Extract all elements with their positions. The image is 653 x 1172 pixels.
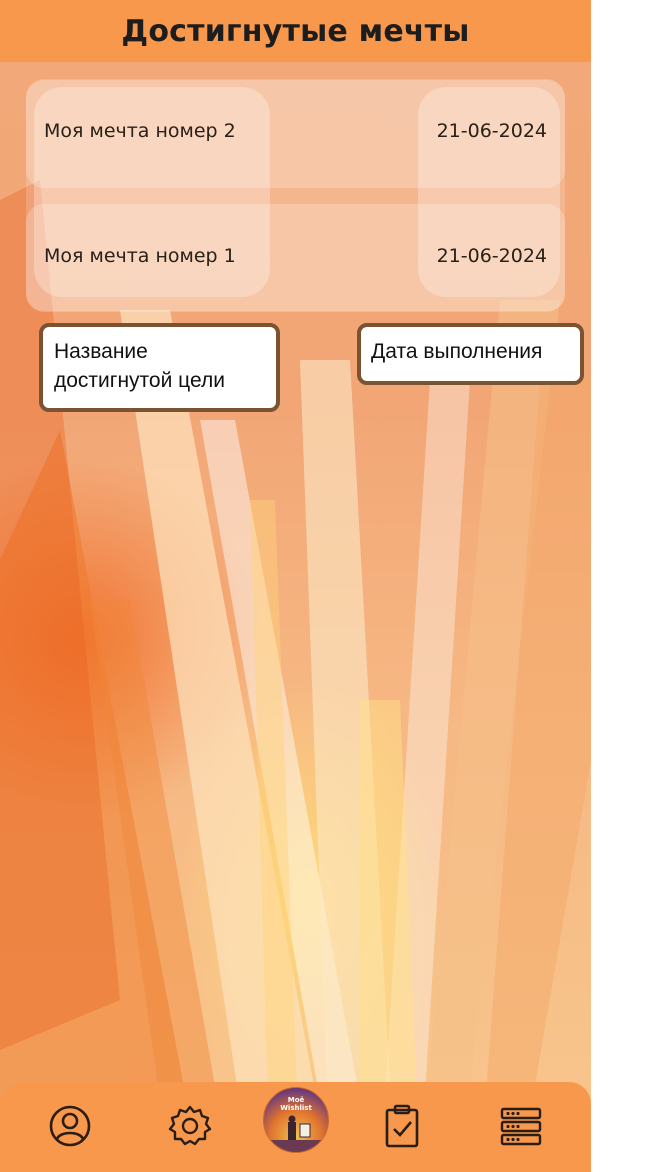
app-logo: Моё Wishlist bbox=[263, 1087, 329, 1153]
server-list-icon bbox=[500, 1107, 542, 1146]
profile-button[interactable] bbox=[40, 1096, 100, 1156]
dream-date: 21-06-2024 bbox=[436, 245, 547, 267]
app-screen: Достигнутые мечты Моя мечта номер 2 21-0… bbox=[0, 0, 591, 1172]
gear-icon bbox=[168, 1105, 212, 1146]
bottom-navigation: Моё Wishlist bbox=[0, 1082, 591, 1172]
page-title: Достигнутые мечты bbox=[121, 13, 470, 49]
dream-name: Моя мечта номер 2 bbox=[44, 120, 236, 142]
list-button[interactable] bbox=[491, 1096, 551, 1156]
annotation-dream-name: Название достигнутой цели bbox=[39, 323, 280, 412]
clipboard-check-icon bbox=[385, 1104, 419, 1148]
app-header: Достигнутые мечты bbox=[0, 0, 591, 62]
tasks-button[interactable] bbox=[372, 1096, 432, 1156]
dream-name: Моя мечта номер 1 bbox=[44, 245, 236, 267]
dream-date: 21-06-2024 bbox=[436, 120, 547, 142]
traveler-figure bbox=[264, 1115, 328, 1152]
settings-button[interactable] bbox=[160, 1096, 220, 1156]
profile-icon bbox=[49, 1105, 91, 1147]
home-button[interactable]: Моё Wishlist bbox=[263, 1087, 329, 1153]
annotation-completion-date: Дата выполнения bbox=[357, 323, 584, 385]
